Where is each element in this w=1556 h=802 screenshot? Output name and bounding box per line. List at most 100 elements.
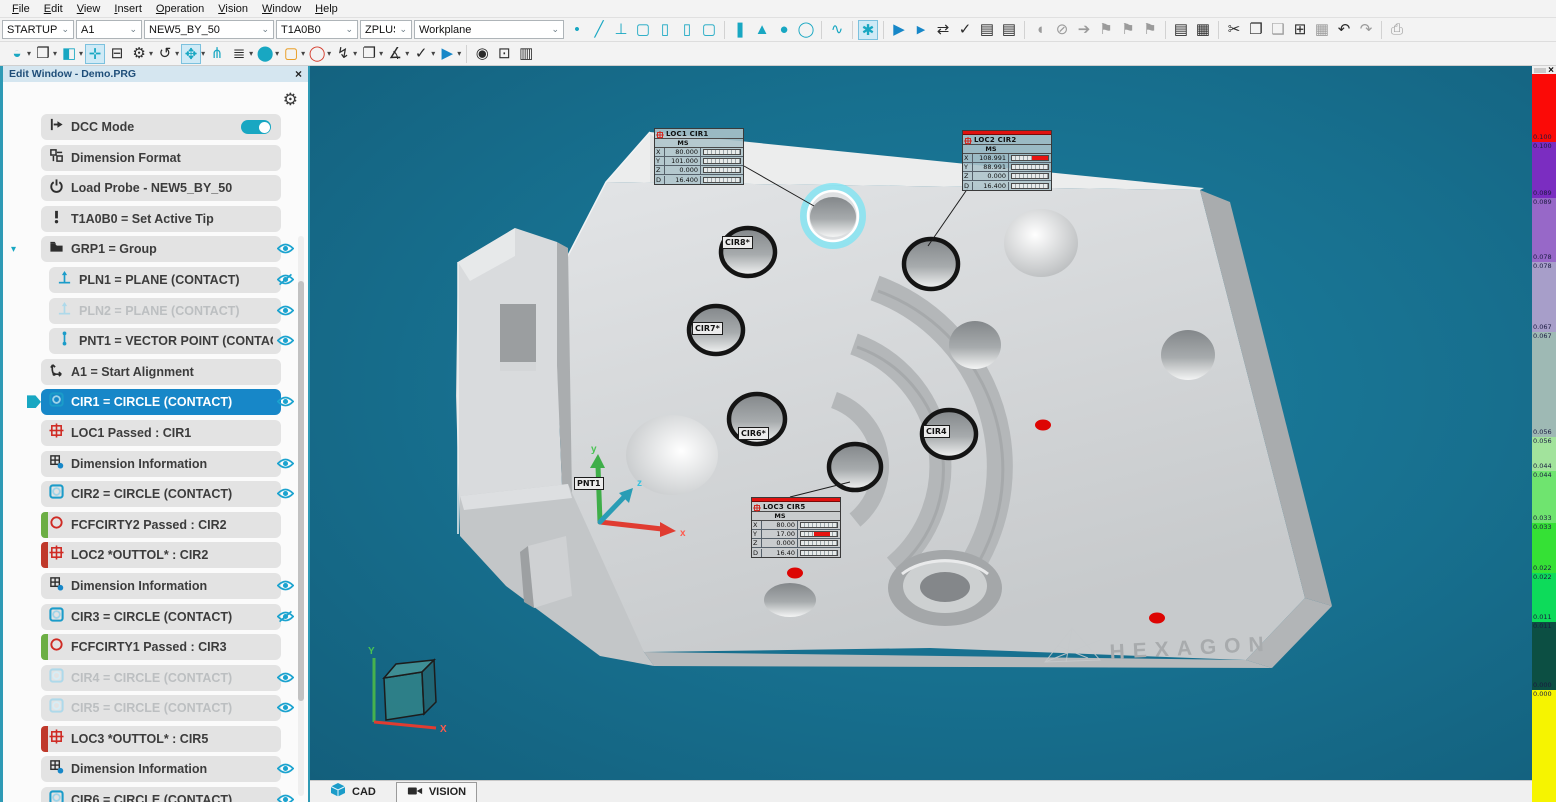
solid-view-icon-dropdown-caret[interactable]: ▾ bbox=[79, 49, 83, 58]
play-icon[interactable]: ▶ bbox=[437, 44, 457, 64]
move-3d-icon-dropdown-caret[interactable]: ▾ bbox=[201, 49, 205, 58]
probe-toolbox-icon-dropdown-caret[interactable]: ▾ bbox=[149, 49, 153, 58]
eye-icon[interactable] bbox=[277, 701, 294, 719]
eye-icon[interactable] bbox=[277, 242, 294, 260]
dimension-label-loc3[interactable]: LOC3 CIR5MSX80.00Y17.00Z0.000D16.40 bbox=[751, 497, 841, 558]
collapse-caret-icon[interactable]: ▾ bbox=[11, 244, 16, 255]
chevron-down-icon[interactable]: ⌄ bbox=[129, 24, 137, 35]
path-optimize-icon-dropdown-caret[interactable]: ▾ bbox=[405, 49, 409, 58]
eye-icon[interactable] bbox=[277, 579, 294, 597]
edit-window-icon[interactable]: ▤ bbox=[1171, 20, 1191, 40]
probe-mount-icon[interactable]: ◒ bbox=[7, 44, 27, 64]
active-tip-dropdown[interactable]: T1A0B0⌄ bbox=[276, 20, 358, 39]
chevron-down-icon[interactable]: ⌄ bbox=[61, 24, 69, 35]
auto-round-slot-icon[interactable]: ▯ bbox=[655, 20, 675, 40]
command-pill[interactable]: CIR2 = CIRCLE (CONTACT) bbox=[41, 481, 281, 507]
command-pill[interactable]: Load Probe - NEW5_BY_50 bbox=[41, 175, 281, 201]
copy-icon[interactable]: ❐ bbox=[1246, 20, 1266, 40]
bookmark-icon[interactable]: ⚑ bbox=[1096, 20, 1116, 40]
menu-operation[interactable]: Operation bbox=[150, 2, 210, 16]
auto-feature-icon[interactable]: ✱ bbox=[858, 20, 878, 40]
analysis-window-icon[interactable]: ▥ bbox=[516, 44, 536, 64]
tab-cad[interactable]: CAD bbox=[320, 782, 386, 802]
copy-pattern-icon-dropdown-caret[interactable]: ▾ bbox=[379, 49, 383, 58]
eye-icon[interactable] bbox=[277, 793, 294, 802]
pattern-icon[interactable]: ▦ bbox=[1312, 20, 1332, 40]
tab-vision[interactable]: VISION bbox=[396, 782, 477, 802]
dcc-mode-toggle[interactable] bbox=[241, 120, 271, 134]
command-pill[interactable]: CIR5 = CIRCLE (CONTACT) bbox=[41, 695, 281, 721]
feature-tag[interactable]: CIR6* bbox=[738, 427, 769, 440]
eye-icon[interactable] bbox=[277, 395, 294, 413]
view-dropdown[interactable]: Workplane⌄ bbox=[414, 20, 564, 39]
comment-icon[interactable]: ⊟ bbox=[107, 44, 127, 64]
confirm-icon-dropdown-caret[interactable]: ▾ bbox=[431, 49, 435, 58]
view-cube-icon-dropdown-caret[interactable]: ▾ bbox=[53, 49, 57, 58]
execute-program-icon[interactable]: ▶ bbox=[889, 20, 909, 40]
probe-readout-icon[interactable]: ⊡ bbox=[494, 44, 514, 64]
command-pill[interactable]: PLN2 = PLANE (CONTACT) bbox=[49, 298, 281, 324]
close-icon[interactable]: × bbox=[295, 67, 302, 81]
command-pill[interactable]: GRP1 = Group bbox=[41, 236, 281, 262]
close-icon[interactable]: × bbox=[1548, 65, 1554, 76]
curve-icon[interactable]: ∿ bbox=[827, 20, 847, 40]
color-scale-grip[interactable] bbox=[1534, 68, 1546, 73]
auto-sphere-icon[interactable]: ● bbox=[774, 20, 794, 40]
rotate-icon-dropdown-caret[interactable]: ▾ bbox=[175, 49, 179, 58]
chevron-down-icon[interactable]: ⌄ bbox=[345, 24, 353, 35]
move-3d-icon[interactable]: ✥ bbox=[181, 44, 201, 64]
square-gage-icon-dropdown-caret[interactable]: ▾ bbox=[301, 49, 305, 58]
probe-toolbox-icon[interactable]: ⚙ bbox=[129, 44, 149, 64]
panel-scrollbar[interactable] bbox=[298, 236, 304, 796]
command-pill[interactable]: PLN1 = PLANE (CONTACT) bbox=[49, 267, 281, 293]
mark-done-icon[interactable]: ✓ bbox=[955, 20, 975, 40]
bookmark-add-icon[interactable]: ⚑ bbox=[1118, 20, 1138, 40]
paste-special-icon[interactable]: ⊞ bbox=[1290, 20, 1310, 40]
chevron-down-icon[interactable]: ⌄ bbox=[261, 24, 269, 35]
parameter-set-dropdown[interactable]: STARTUP⌄ bbox=[2, 20, 74, 39]
command-pill[interactable]: FCFCIRTY2 Passed : CIR2 bbox=[41, 512, 281, 538]
auto-cylinder-icon[interactable]: ❚ bbox=[730, 20, 750, 40]
ellipse-gage-icon[interactable]: ⬤ bbox=[255, 44, 275, 64]
quick-align-icon[interactable]: ↯ bbox=[333, 44, 353, 64]
feature-tag[interactable]: CIR8* bbox=[722, 236, 753, 249]
paste-icon[interactable]: ❑ bbox=[1268, 20, 1288, 40]
probe-mount-icon-dropdown-caret[interactable]: ▾ bbox=[27, 49, 31, 58]
auto-plane-icon[interactable]: ⊥ bbox=[611, 20, 631, 40]
redo-icon[interactable]: ↷ bbox=[1356, 20, 1376, 40]
command-pill[interactable]: Dimension Format bbox=[41, 145, 281, 171]
dimension-label-loc1[interactable]: LOC1 CIR1MSX80.000Y101.000Z0.000D16.400 bbox=[654, 128, 744, 185]
undo-icon[interactable]: ↶ bbox=[1334, 20, 1354, 40]
no-probe-icon[interactable]: ⊘ bbox=[1052, 20, 1072, 40]
probe-vector-icon[interactable]: ⋔ bbox=[207, 44, 227, 64]
auto-notch-icon[interactable]: ▢ bbox=[699, 20, 719, 40]
goto-icon[interactable]: ➔ bbox=[1074, 20, 1094, 40]
square-gage-icon[interactable]: ▢ bbox=[281, 44, 301, 64]
command-pill[interactable]: CIR4 = CIRCLE (CONTACT) bbox=[41, 665, 281, 691]
eye-icon[interactable] bbox=[277, 457, 294, 475]
copy-pattern-icon[interactable]: ❐ bbox=[359, 44, 379, 64]
report-window-icon[interactable]: ▦ bbox=[1193, 20, 1213, 40]
circle-gage-icon[interactable]: ◯ bbox=[307, 44, 327, 64]
command-pill[interactable]: FCFCIRTY1 Passed : CIR3 bbox=[41, 634, 281, 660]
feature-locate-icon-dropdown-caret[interactable]: ▾ bbox=[249, 49, 253, 58]
snapshot-icon[interactable]: ◉ bbox=[472, 44, 492, 64]
auto-point-icon[interactable]: • bbox=[567, 20, 587, 40]
auto-square-slot-icon[interactable]: ▯ bbox=[677, 20, 697, 40]
command-pill[interactable]: LOC2 *OUTTOL* : CIR2 bbox=[41, 542, 281, 568]
command-pill[interactable]: CIR1 = CIRCLE (CONTACT) bbox=[41, 389, 281, 415]
command-pill[interactable]: A1 = Start Alignment bbox=[41, 359, 281, 385]
auto-torus-icon[interactable]: ◯ bbox=[796, 20, 816, 40]
menu-file[interactable]: File bbox=[6, 2, 36, 16]
command-pill[interactable]: CIR6 = CIRCLE (CONTACT) bbox=[41, 787, 281, 802]
alignment-dropdown[interactable]: A1⌄ bbox=[76, 20, 142, 39]
gear-icon[interactable]: ⚙ bbox=[283, 90, 298, 110]
eye-icon[interactable] bbox=[277, 487, 294, 505]
probe-sphere-icon[interactable]: ◖ bbox=[1030, 20, 1050, 40]
cad-viewport[interactable]: HEXAGON y x z Y X bbox=[310, 66, 1532, 780]
path-optimize-icon[interactable]: ∡ bbox=[385, 44, 405, 64]
edit-window-titlebar[interactable]: Edit Window - Demo.PRG × bbox=[3, 66, 308, 82]
cut-icon[interactable]: ✂ bbox=[1224, 20, 1244, 40]
eye-slash-icon[interactable] bbox=[277, 610, 294, 628]
menu-view[interactable]: View bbox=[71, 2, 107, 16]
